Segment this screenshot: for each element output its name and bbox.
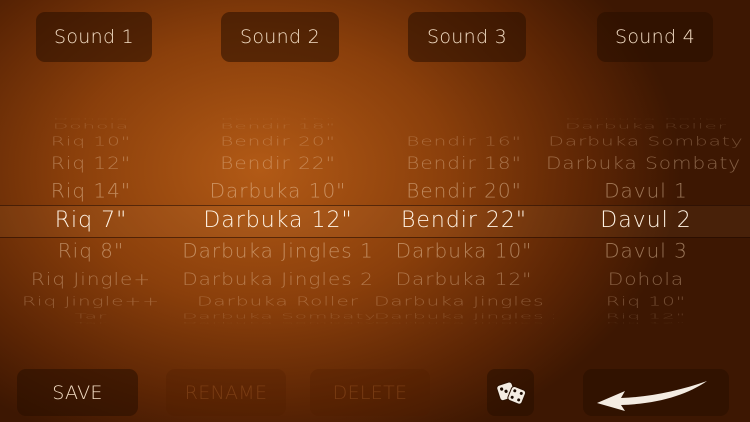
- back-button[interactable]: [583, 369, 729, 416]
- picker-item[interactable]: Riq 12": [546, 322, 746, 324]
- tab-sound-4[interactable]: Sound 4: [597, 12, 713, 62]
- picker-item[interactable]: Darbuka Jingles 2: [374, 312, 554, 321]
- tab-label: Sound 2: [239, 26, 321, 48]
- tab-sound-2[interactable]: Sound 2: [221, 12, 339, 62]
- picker-item[interactable]: Darbuka Jingles 2: [374, 322, 554, 324]
- curved-arrow-back-icon: [597, 380, 707, 411]
- picker-item[interactable]: Bendir 18": [374, 153, 554, 173]
- save-label: SAVE: [52, 381, 103, 404]
- random-button[interactable]: [487, 369, 534, 416]
- tab-sound-1[interactable]: Sound 1: [36, 12, 152, 62]
- picker-item[interactable]: Darbuka Sombaty: [546, 133, 746, 148]
- picker-item[interactable]: Darbuka 12": [374, 269, 554, 289]
- picker-item[interactable]: Dohola: [546, 269, 746, 289]
- tab-label: Sound 4: [614, 26, 696, 48]
- picker-item[interactable]: Darbuka Sombaty 2: [546, 153, 746, 173]
- picker-wheel-sound-3[interactable]: Bendir 16" Bendir 18" Bendir 20" Bendir 22"…: [374, 98, 554, 332]
- picker-item-selected[interactable]: Bendir 22": [374, 208, 554, 234]
- picker-item[interactable]: Riq Jingle++: [0, 294, 182, 309]
- picker-item[interactable]: Bendir 16": [374, 133, 554, 148]
- picker-item[interactable]: Tar: [0, 312, 182, 321]
- picker-wheel-sound-4[interactable]: Darbuka Roller Darbuka Roller Darbuka Somb…: [546, 98, 746, 332]
- picker-item[interactable]: Bendir 18": [182, 121, 374, 130]
- delete-label: DELETE: [332, 381, 408, 404]
- picker-item[interactable]: Riq 12": [0, 153, 182, 173]
- picker-item[interactable]: Riq 14": [0, 179, 182, 202]
- picker-wheel-sound-2[interactable]: Bendir 16" Bendir 18" Bendir 20" Bendir 22"…: [182, 98, 374, 332]
- picker-item[interactable]: Riq 8": [0, 240, 182, 263]
- picker-item[interactable]: Darbuka 10": [182, 179, 374, 202]
- picker-item[interactable]: Darbuka 10": [374, 240, 554, 263]
- picker-item[interactable]: Bendir 22": [182, 153, 374, 173]
- tab-sound-3[interactable]: Sound 3: [408, 12, 526, 62]
- picker-item[interactable]: Davul 1: [546, 179, 746, 202]
- picker-item[interactable]: Riq 10": [0, 133, 182, 148]
- picker-item[interactable]: Riq 10": [546, 294, 746, 309]
- tab-label: Sound 3: [426, 26, 508, 48]
- picker-item-selected[interactable]: Riq 7": [0, 208, 182, 234]
- picker-item[interactable]: Bendir 16": [182, 118, 374, 120]
- picker-item[interactable]: Dohola: [0, 121, 182, 130]
- picker-item-selected[interactable]: Davul 2: [546, 208, 746, 234]
- picker-item[interactable]: Darbuka Roller: [546, 118, 746, 120]
- picker-item[interactable]: Darbuka Jingles 2: [182, 269, 374, 289]
- picker-wheel-sound-1[interactable]: Dohola Dohola Riq 10" Riq 12" Riq 14" Riq 7" R…: [0, 98, 182, 332]
- picker-item-selected[interactable]: Darbuka 12": [182, 208, 374, 234]
- picker-item[interactable]: Tar: [0, 322, 182, 324]
- save-button[interactable]: SAVE: [17, 369, 138, 416]
- picker-item[interactable]: Bendir 20": [182, 133, 374, 148]
- picker-item[interactable]: Davul 3: [546, 240, 746, 263]
- tab-label: Sound 1: [53, 26, 135, 48]
- picker-item[interactable]: Darbuka Roller: [182, 294, 374, 309]
- delete-button[interactable]: DELETE: [310, 369, 430, 416]
- dice-icon: [495, 381, 526, 405]
- picker-item[interactable]: Dohola: [0, 118, 182, 120]
- picker-item[interactable]: Darbuka Jingles 1: [374, 294, 554, 309]
- picker-item[interactable]: Riq 12": [546, 312, 746, 321]
- picker-item[interactable]: Darbuka Roller: [546, 121, 746, 130]
- rename-button[interactable]: RENAME: [166, 369, 286, 416]
- picker-item[interactable]: Bendir 20": [374, 179, 554, 202]
- picker-item[interactable]: Darbuka Jingles 1: [182, 240, 374, 263]
- picker-item[interactable]: Darbuka Sombaty: [182, 322, 374, 324]
- rename-label: RENAME: [184, 381, 268, 404]
- picker-item[interactable]: Riq Jingle+: [0, 269, 182, 289]
- picker-item[interactable]: Darbuka Sombaty: [182, 312, 374, 321]
